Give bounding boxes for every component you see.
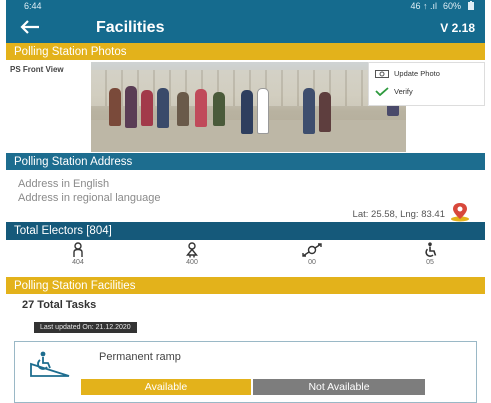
update-photo-label: Update Photo (394, 69, 440, 78)
facility-name: Permanent ramp (99, 351, 181, 363)
electors-row: 404 400 00 05 (6, 240, 485, 274)
elector-male-value: 404 (72, 259, 84, 266)
section-title-photos: Polling Station Photos (14, 45, 127, 58)
photo-row: PS Front View Update Photo Verify (6, 62, 485, 152)
facility-card-ramp: Permanent ramp Available Not Available (14, 341, 477, 403)
photo-action-menu: Update Photo Verify (368, 62, 485, 106)
camera-icon (375, 70, 389, 78)
facilities-screen: 6:44 46 ↑ .ıl 60% Facilities V 2.18 Poll… (6, 0, 485, 403)
wheelchair-icon (425, 242, 437, 257)
update-photo-button[interactable]: Update Photo (375, 69, 440, 78)
map-pin-icon (451, 203, 469, 222)
signal-indicator: 46 ↑ .ıl (410, 1, 437, 11)
section-title-electors: Total Electors [804] (14, 225, 112, 237)
app-bar: 6:44 46 ↑ .ıl 60% Facilities V 2.18 (6, 0, 485, 46)
photo-label: PS Front View (10, 65, 64, 74)
not-available-option[interactable]: Not Available (253, 379, 425, 395)
section-header-address: Polling Station Address (6, 153, 485, 170)
checkmark-icon (375, 87, 389, 96)
address-regional: Address in regional language (18, 192, 161, 204)
section-header-electors: Total Electors [804] (6, 222, 485, 240)
section-header-facilities: Polling Station Facilities (6, 277, 485, 294)
verify-label: Verify (394, 87, 413, 96)
elector-transgender: 00 (292, 242, 332, 266)
lat-lng-readout: Lat: 25.58, Lng: 83.41 (352, 209, 445, 220)
elector-female-value: 400 (186, 259, 198, 266)
available-option[interactable]: Available (81, 379, 251, 395)
address-english: Address in English (18, 178, 110, 190)
elector-male: 404 (58, 242, 98, 266)
elector-transgender-value: 00 (308, 259, 316, 266)
elector-pwd: 05 (410, 242, 450, 266)
map-pin-button[interactable] (449, 202, 471, 222)
address-panel: Address in English Address in regional l… (6, 170, 485, 222)
battery-icon (468, 1, 474, 10)
section-title-facilities: Polling Station Facilities (14, 279, 136, 292)
transgender-icon (302, 243, 322, 257)
status-indicators: 46 ↑ .ıl 60% (410, 1, 475, 11)
back-button[interactable] (20, 20, 42, 36)
page-title: Facilities (96, 19, 165, 36)
arrow-left-icon (20, 20, 39, 34)
elector-pwd-value: 05 (426, 259, 434, 266)
battery-level: 60% (442, 1, 461, 11)
male-icon (73, 242, 83, 257)
version-label: V 2.18 (440, 21, 475, 35)
ramp-icon (30, 351, 70, 377)
total-tasks: 27 Total Tasks (22, 299, 97, 311)
female-icon (186, 242, 198, 258)
verify-button[interactable]: Verify (375, 87, 413, 96)
elector-female: 400 (172, 242, 212, 266)
status-time: 6:44 (24, 1, 42, 11)
last-updated-badge: Last updated On: 21.12.2020 (34, 322, 137, 333)
section-header-photos: Polling Station Photos (6, 43, 485, 60)
section-title-address: Polling Station Address (14, 155, 133, 168)
polling-station-photo[interactable] (91, 62, 406, 152)
